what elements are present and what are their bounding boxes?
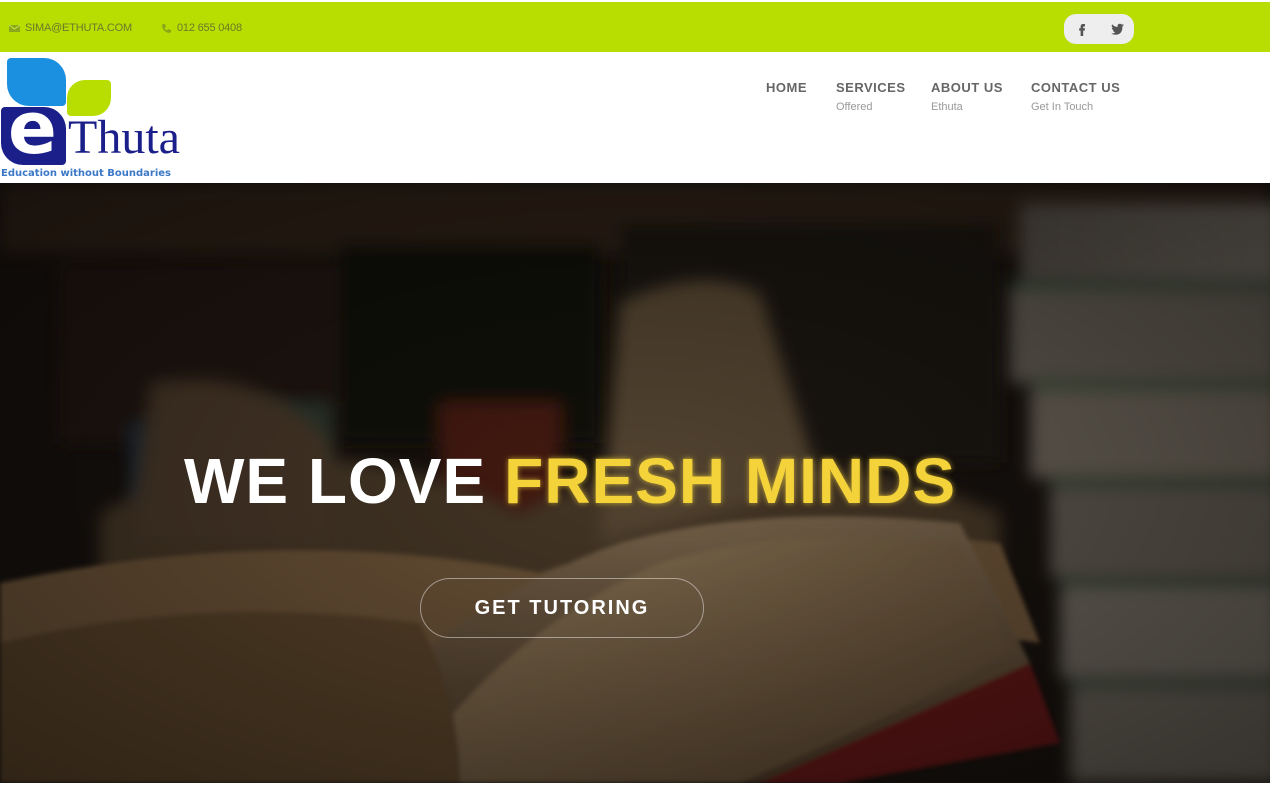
phone-text: 012 655 0408 (177, 22, 242, 34)
nav-item-label: CONTACT US (1031, 80, 1121, 95)
email-contact[interactable]: SIMA@ETHUTA.COM (8, 20, 132, 36)
nav-item-sub: Get In Touch (1031, 101, 1094, 113)
envelope-icon (8, 22, 21, 35)
nav-item-label: SERVICES (836, 80, 906, 95)
site-header: e Thuta Education without Boundaries HOM… (0, 52, 1270, 183)
social-links (1064, 14, 1134, 44)
nav-item-sub: Ethuta (931, 101, 963, 113)
nav-item-contact[interactable]: CONTACT US Get In Touch (1031, 80, 1120, 113)
nav-item-label: ABOUT US (931, 80, 1003, 95)
hero-banner: WE LOVE FRESH MINDS GET TUTORING (0, 183, 1270, 783)
phone-contact[interactable]: 012 655 0408 (160, 20, 242, 36)
facebook-icon[interactable] (1074, 21, 1090, 37)
nav-item-about[interactable]: ABOUT US Ethuta (931, 80, 1003, 113)
headline-highlight: FRESH MINDS (504, 445, 957, 517)
phone-icon (160, 22, 173, 35)
email-text: SIMA@ETHUTA.COM (25, 22, 132, 34)
nav-item-home[interactable]: HOME (766, 80, 807, 95)
hero-headline: WE LOVE FRESH MINDS (184, 449, 956, 513)
nav-item-label: HOME (766, 80, 807, 95)
logo-wordmark: Thuta (68, 111, 180, 164)
nav-item-services[interactable]: SERVICES Offered (836, 80, 906, 113)
get-tutoring-button[interactable]: GET TUTORING (420, 578, 704, 638)
headline-white: WE LOVE (184, 445, 487, 517)
nav-item-sub: Offered (836, 101, 873, 113)
top-bar: SIMA@ETHUTA.COM 012 655 0408 (0, 2, 1270, 52)
logo-tagline: Education without Boundaries (1, 168, 172, 179)
twitter-icon[interactable] (1109, 21, 1125, 37)
main-nav: HOME SERVICES Offered ABOUT US Ethuta CO… (0, 80, 1270, 120)
